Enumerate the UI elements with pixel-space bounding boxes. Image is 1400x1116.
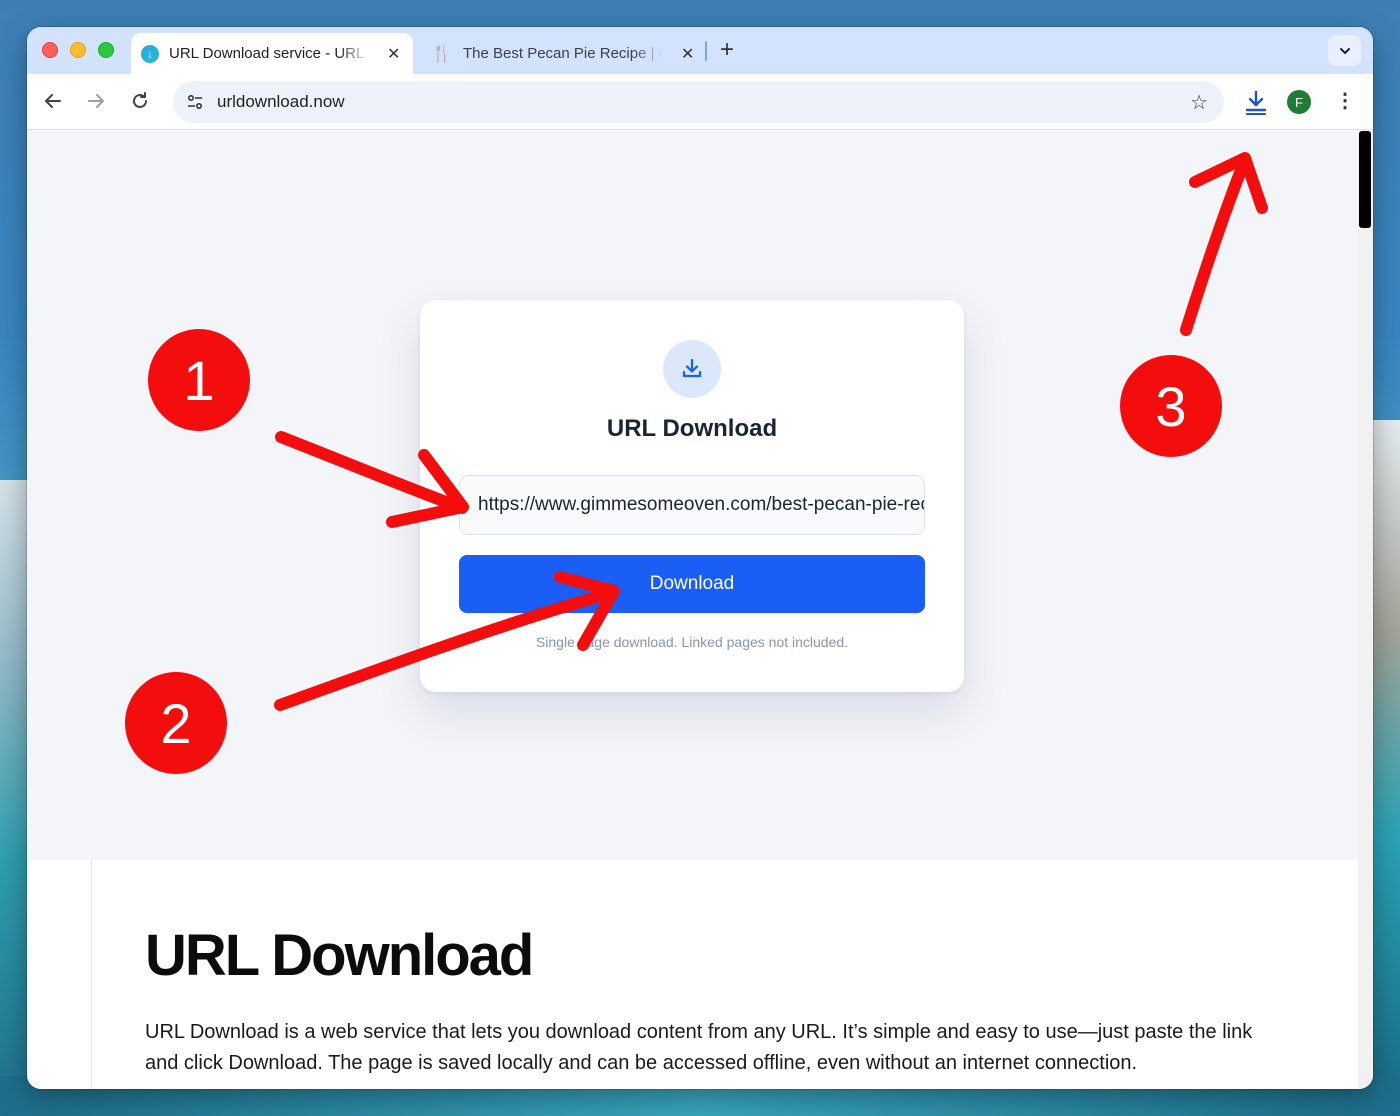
new-tab-button[interactable]: +	[715, 36, 739, 64]
profile-avatar[interactable]: F	[1287, 90, 1311, 114]
close-tab-icon[interactable]: ✕	[387, 44, 400, 64]
fork-knife-favicon-icon: 🍴	[431, 43, 453, 63]
scrollbar-thumb[interactable]	[1359, 131, 1371, 228]
download-icon	[663, 340, 721, 398]
tab-title: URL Download service - URL Download	[169, 45, 369, 62]
forward-button[interactable]	[83, 88, 109, 114]
more-vert-icon[interactable]: ⋮	[1335, 88, 1355, 114]
download-icon	[1245, 90, 1267, 115]
close-tab-icon[interactable]: ✕	[681, 44, 694, 64]
browser-window: ↓ URL Download service - URL Download ✕ …	[27, 27, 1373, 1089]
article-section: URL Download URL Download is a web servi…	[27, 860, 1358, 1089]
page-viewport: URL Download https://www.gimmesomeoven.c…	[27, 131, 1373, 1089]
back-arrow-icon	[45, 94, 61, 108]
tab-url-download[interactable]: ↓ URL Download service - URL Download ✕	[131, 33, 413, 74]
annotation-badge-2: 2	[125, 672, 227, 774]
article-divider	[91, 860, 92, 1089]
bookmark-star-icon[interactable]: ☆	[1190, 90, 1208, 115]
tab-strip: ↓ URL Download service - URL Download ✕ …	[27, 27, 1373, 74]
minimize-window-button[interactable]	[70, 42, 86, 58]
back-button[interactable]	[40, 88, 66, 114]
download-button[interactable]: Download	[459, 555, 925, 613]
chevron-down-icon	[1339, 47, 1350, 54]
page-scrollbar[interactable]	[1358, 131, 1373, 1089]
hero-section: URL Download https://www.gimmesomeoven.c…	[27, 131, 1358, 860]
article-paragraph: URL Download is a web service that lets …	[145, 1021, 1253, 1074]
url-input[interactable]: https://www.gimmesomeoven.com/best-pecan…	[459, 475, 925, 535]
maximize-window-button[interactable]	[98, 42, 114, 58]
download-card: URL Download https://www.gimmesomeoven.c…	[420, 300, 964, 692]
address-text[interactable]: urldownload.now	[217, 92, 345, 112]
tab-search-button[interactable]	[1328, 35, 1361, 66]
toolbar: urldownload.now ☆ F ⋮	[27, 74, 1373, 130]
site-settings-icon[interactable]	[185, 92, 205, 112]
address-bar[interactable]: urldownload.now ☆	[173, 81, 1224, 123]
annotation-badge-1: 1	[148, 329, 250, 431]
tab-pecan-pie[interactable]: 🍴 The Best Pecan Pie Recipe | Gimme Some…	[421, 33, 703, 74]
url-download-favicon-icon: ↓	[141, 44, 159, 63]
reload-icon	[133, 92, 147, 108]
downloads-button[interactable]	[1242, 88, 1270, 116]
reload-button[interactable]	[127, 88, 153, 114]
desktop-wallpaper-right	[1372, 420, 1400, 1116]
annotation-badge-3: 3	[1120, 355, 1222, 457]
card-note: Single page download. Linked pages not i…	[535, 634, 849, 650]
tab-separator	[705, 41, 707, 61]
article-heading: URL Download	[145, 923, 534, 988]
forward-arrow-icon	[88, 94, 104, 108]
tab-title: The Best Pecan Pie Recipe | Gimme Some O…	[463, 45, 663, 62]
card-title: URL Download	[606, 415, 778, 442]
close-window-button[interactable]	[42, 42, 58, 58]
desktop-wallpaper-left	[0, 480, 28, 1116]
